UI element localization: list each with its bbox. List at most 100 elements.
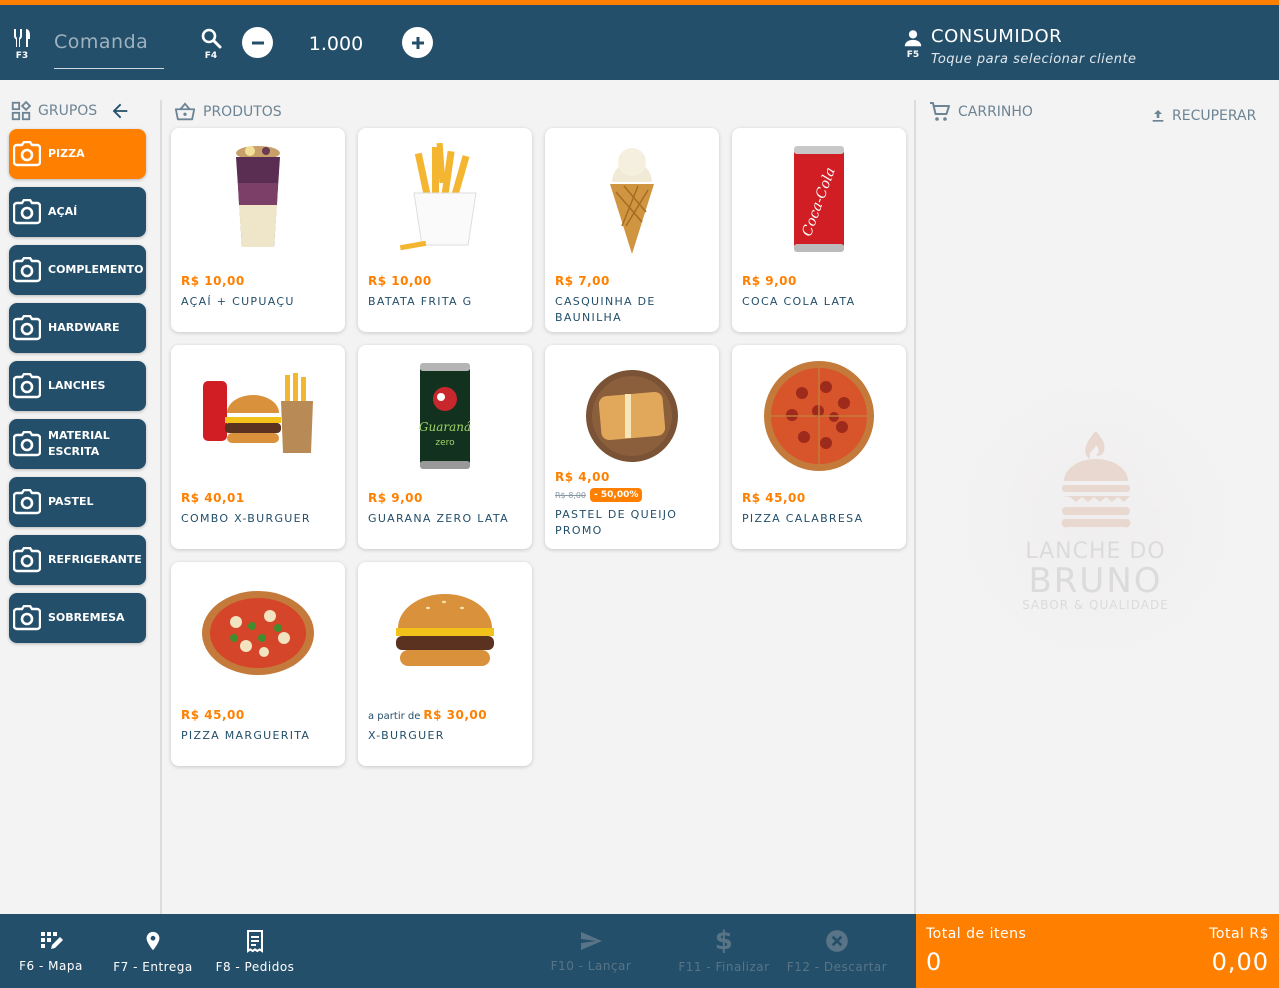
- comanda-input[interactable]: [54, 31, 164, 53]
- camera-icon: [13, 547, 41, 573]
- quantity-value: 1.000: [308, 33, 364, 55]
- customer-name[interactable]: CONSUMIDOR: [931, 26, 1062, 47]
- groups-title: GRUPOS: [38, 103, 98, 119]
- search-button[interactable]: F4: [199, 26, 223, 61]
- delivery-label: F7 - Entrega: [113, 960, 193, 974]
- receipt-icon: [247, 930, 263, 953]
- group-item[interactable]: PASTEL: [9, 477, 146, 527]
- bottom-toolbar: F6 - Mapa F7 - Entrega F8 - Pedidos F10 …: [0, 914, 916, 988]
- price-row: R$ 10,00: [181, 270, 337, 289]
- orders-button[interactable]: F8 - Pedidos: [210, 914, 300, 988]
- group-item[interactable]: MATERIAL ESCRITA: [9, 419, 146, 469]
- product-card[interactable]: R$ 45,00 PIZZA CALABRESA: [732, 345, 906, 549]
- grid-icon: [11, 100, 32, 121]
- price-row: R$ 4,00: [555, 466, 711, 485]
- price-row: a partir de R$ 30,00: [368, 704, 524, 723]
- product-info: R$ 9,00 COCA COLA LATA: [742, 270, 898, 310]
- product-price: R$ 40,01: [181, 491, 245, 505]
- soda-can-green-icon: Guaraná zero: [386, 357, 504, 475]
- product-name: PIZZA MARGUERITA: [181, 729, 311, 742]
- f5-key-label: F5: [906, 50, 920, 60]
- camera-icon: [13, 489, 41, 515]
- minus-icon: [251, 41, 264, 44]
- group-item-label: SOBREMESA: [48, 611, 125, 624]
- svg-text:zero: zero: [435, 438, 455, 448]
- price-row: R$ 7,00: [555, 270, 711, 289]
- product-card[interactable]: a partir de R$ 30,00 X-BURGUER: [358, 562, 532, 766]
- group-item[interactable]: HARDWARE: [9, 303, 146, 353]
- product-name: GUARANA ZERO LATA: [368, 512, 509, 525]
- product-card[interactable]: R$ 10,00 AÇAÍ + CUPUAÇU: [171, 128, 345, 332]
- decrease-quantity-button[interactable]: [242, 27, 273, 58]
- search-icon: [201, 28, 222, 49]
- recover-button[interactable]: RECUPERAR: [1150, 108, 1256, 124]
- product-name: PIZZA CALABRESA: [742, 512, 864, 525]
- product-price: R$ 45,00: [181, 708, 245, 722]
- group-item[interactable]: AÇAÍ: [9, 187, 146, 237]
- select-customer-button[interactable]: F5: [902, 27, 924, 60]
- camera-icon: [13, 141, 41, 167]
- camera-icon: [13, 199, 41, 225]
- pizza-margherita-icon: [199, 574, 317, 692]
- product-card[interactable]: R$ 10,00 BATATA FRITA G: [358, 128, 532, 332]
- price-row: R$ 45,00: [181, 704, 337, 723]
- discard-button[interactable]: F12 - Descartar: [782, 914, 892, 988]
- top-bar: F3 F4 1.000 F5 CONSUMIDOR Toque para sel…: [0, 0, 1279, 80]
- comanda-shortcut-button[interactable]: F3: [10, 26, 34, 61]
- f3-key-label: F3: [15, 51, 29, 61]
- increase-quantity-button[interactable]: [402, 27, 433, 58]
- arrow-left-icon[interactable]: [109, 100, 131, 122]
- total-items-value: 0: [926, 948, 943, 976]
- group-item-label: LANCHES: [48, 379, 106, 392]
- group-item[interactable]: REFRIGERANTE: [9, 535, 146, 585]
- cutlery-icon: [14, 29, 30, 47]
- products-header: PRODUTOS: [173, 101, 282, 123]
- group-item-label: HARDWARE: [48, 321, 120, 334]
- product-card[interactable]: Coca-Cola R$ 9,00 COCA COLA LATA: [732, 128, 906, 332]
- camera-icon: [13, 373, 41, 399]
- group-item[interactable]: COMPLEMENTO: [9, 245, 146, 295]
- group-item[interactable]: PIZZA: [9, 129, 146, 179]
- comanda-field[interactable]: [54, 31, 164, 69]
- discount-badge: - 50,00%: [590, 488, 643, 502]
- product-info: R$ 10,00 BATATA FRITA G: [368, 270, 524, 310]
- camera-icon: [13, 257, 41, 283]
- map-button[interactable]: F6 - Mapa: [10, 914, 92, 988]
- finalize-button[interactable]: $ F11 - Finalizar: [674, 914, 774, 988]
- product-info: R$ 45,00 PIZZA MARGUERITA: [181, 704, 337, 744]
- location-pin-icon: [146, 931, 160, 951]
- group-item-label: COMPLEMENTO: [48, 263, 144, 276]
- product-card[interactable]: R$ 40,01 COMBO X-BURGUER: [171, 345, 345, 549]
- logo-line-2: BRUNO: [1028, 560, 1163, 601]
- product-info: R$ 45,00 PIZZA CALABRESA: [742, 487, 898, 527]
- divider-left: [160, 100, 162, 914]
- price-prefix: a partir de: [368, 711, 421, 722]
- send-icon: [581, 932, 602, 950]
- map-grid-icon: [41, 932, 63, 949]
- product-name: BATATA FRITA G: [368, 295, 473, 308]
- product-card[interactable]: Guaraná zero R$ 9,00 GUARANA ZERO LATA: [358, 345, 532, 549]
- product-price: R$ 7,00: [555, 274, 610, 288]
- customer-hint[interactable]: Toque para selecionar cliente: [931, 52, 1137, 67]
- upload-icon: [1152, 110, 1164, 122]
- fries-icon: [386, 140, 504, 258]
- ice-cream-cone-icon: [573, 140, 691, 258]
- product-card[interactable]: R$ 7,00 CASQUINHA DE BAUNILHA: [545, 128, 719, 332]
- launch-label: F10 - Lançar: [550, 959, 632, 973]
- divider-right: [914, 100, 916, 914]
- camera-icon: [13, 431, 41, 457]
- product-name: COCA COLA LATA: [742, 295, 856, 308]
- delivery-button[interactable]: F7 - Entrega: [108, 914, 198, 988]
- group-item[interactable]: LANCHES: [9, 361, 146, 411]
- launch-button[interactable]: F10 - Lançar: [546, 914, 636, 988]
- product-info: R$ 4,00 R$ 8,00- 50,00% PASTEL DE QUEIJO P…: [555, 466, 711, 539]
- group-item[interactable]: SOBREMESA: [9, 593, 146, 643]
- product-price: R$ 9,00: [742, 274, 797, 288]
- product-card[interactable]: R$ 4,00 R$ 8,00- 50,00% PASTEL DE QUEIJO P…: [545, 345, 719, 549]
- product-card[interactable]: R$ 45,00 PIZZA MARGUERITA: [171, 562, 345, 766]
- svg-text:Guaraná: Guaraná: [419, 420, 471, 434]
- promo-line: R$ 8,00- 50,00%: [555, 488, 711, 502]
- price-row: R$ 9,00: [368, 487, 524, 506]
- acai-cup-icon: [199, 140, 317, 258]
- product-price: R$ 30,00: [423, 708, 488, 722]
